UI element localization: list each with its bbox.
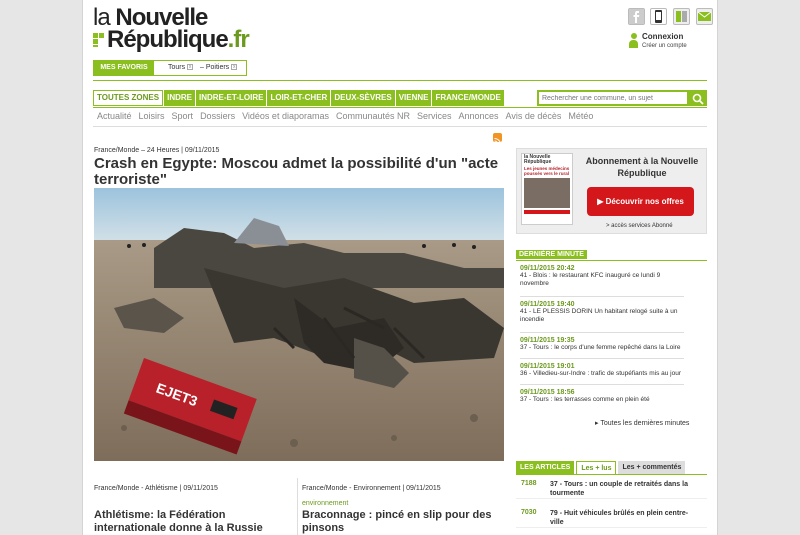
section-nav: Actualité Loisirs Sport Dossiers Vidéos … <box>97 111 600 121</box>
logo-text-fr: .fr <box>227 26 250 53</box>
tab-les-plus-lus[interactable]: Les + lus <box>576 461 617 474</box>
newsstand-icon[interactable] <box>673 8 690 25</box>
nav-communautes[interactable]: Communautés NR <box>336 111 410 121</box>
nav-loisirs[interactable]: Loisirs <box>139 111 165 121</box>
favorite-item-tours[interactable]: Tours x <box>168 61 194 75</box>
site-logo[interactable]: la Nouvelle République.fr <box>93 6 253 53</box>
latest-news-item[interactable]: 09/11/2015 19:01 36 - Villedieu-sur-Indr… <box>520 363 686 378</box>
favorites-bar: MES FAVORIS Tours x – Poitiers x <box>93 60 247 76</box>
tab-les-plus-commentes[interactable]: Les + commentés <box>618 461 686 474</box>
zone-nav: TOUTES ZONES INDRE INDRE-ET-LOIRE LOIR-E… <box>93 90 505 106</box>
zone-indre[interactable]: INDRE <box>164 90 195 106</box>
zone-vienne[interactable]: VIENNE <box>395 90 432 106</box>
page: la Nouvelle République.fr Connexion Crée… <box>82 0 718 535</box>
nav-videos[interactable]: Vidéos et diaporamas <box>242 111 329 121</box>
list-item-title[interactable]: 79 - Huit véhicules brûlés en plein cent… <box>550 509 700 527</box>
favorite-item-poitiers[interactable]: – Poitiers x <box>200 61 238 75</box>
create-account-link[interactable]: Créer un compte <box>642 43 687 49</box>
article-title[interactable]: Athlétisme: la Fédération internationale… <box>94 509 289 535</box>
article-meta: France/Monde - Athlétisme | 09/11/2015 <box>94 485 218 492</box>
subscriber-services-link[interactable]: > accès services Abonné <box>606 223 673 229</box>
discover-offers-button[interactable]: ▶ Découvrir nos offres <box>587 187 694 216</box>
article-photo[interactable]: EJET3 <box>94 188 504 461</box>
zone-toutes-zones[interactable]: TOUTES ZONES <box>93 90 164 106</box>
user-icon[interactable] <box>628 33 639 49</box>
remove-favorite-icon[interactable]: x <box>231 64 238 71</box>
list-item[interactable]: 7030 79 - Huit véhicules brûlés en plein… <box>516 506 707 528</box>
search-input[interactable] <box>539 92 687 104</box>
article-meta: France/Monde - Environnement | 09/11/201… <box>302 485 441 492</box>
latest-news-item[interactable]: 09/11/2015 18:56 37 - Tours : les terras… <box>520 389 686 404</box>
facebook-icon[interactable] <box>628 8 645 25</box>
divider <box>520 384 684 385</box>
latest-news-time: 09/11/2015 19:01 <box>520 363 575 370</box>
zone-indre-et-loire[interactable]: INDRE-ET-LOIRE <box>195 90 267 106</box>
read-count: 7188 <box>521 480 537 487</box>
divider <box>93 107 707 108</box>
thumbnail-banner <box>524 210 570 214</box>
latest-news-text[interactable]: 37 - Tours : les terrasses comme en plei… <box>520 396 686 404</box>
nav-dossiers[interactable]: Dossiers <box>200 111 235 121</box>
all-latest-news-link[interactable]: ▸ Toutes les dernières minutes <box>595 419 689 427</box>
nav-meteo[interactable]: Météo <box>568 111 593 121</box>
newsletter-icon[interactable] <box>696 8 713 25</box>
divider <box>520 332 684 333</box>
articles-tabs: LES ARTICLES Les + lus Les + commentés <box>516 461 707 475</box>
subscription-title: Abonnement à la Nouvelle République <box>585 156 699 178</box>
latest-news-item[interactable]: 09/11/2015 19:35 37 - Tours : le corps d… <box>520 337 686 352</box>
latest-news-time: 09/11/2015 20:42 <box>520 265 575 272</box>
nav-actualite[interactable]: Actualité <box>97 111 132 121</box>
rss-icon[interactable] <box>493 133 502 145</box>
article-meta: France/Monde – 24 Heures | 09/11/2015 <box>94 147 220 154</box>
nav-avis-deces[interactable]: Avis de décès <box>506 111 562 121</box>
connexion-link[interactable]: Connexion <box>642 32 683 41</box>
list-item-title[interactable]: 37 - Tours : un couple de retraités dans… <box>550 480 700 498</box>
latest-news-text[interactable]: 37 - Tours : le corps d'une femme repêch… <box>520 344 686 352</box>
latest-news-text[interactable]: 36 - Villedieu-sur-Indre : trafic de stu… <box>520 370 686 378</box>
divider <box>520 296 684 297</box>
thumbnail-title: la Nouvelle République <box>524 154 552 165</box>
newspaper-thumbnail[interactable]: la Nouvelle République Les jeunes médeci… <box>521 153 573 225</box>
latest-news-text[interactable]: 41 - Blois : le restaurant KFC inauguré … <box>520 272 686 288</box>
latest-news-time: 09/11/2015 19:35 <box>520 337 575 344</box>
divider <box>520 358 684 359</box>
zone-france-monde[interactable]: FRANCE/MONDE <box>432 90 504 106</box>
favorites-label: MES FAVORIS <box>94 61 154 75</box>
article-tag[interactable]: environnement <box>302 500 348 507</box>
list-item[interactable]: 7188 37 - Tours : un couple de retraités… <box>516 477 707 499</box>
divider <box>93 80 707 81</box>
thumbnail-photo <box>524 178 570 208</box>
read-count: 7030 <box>521 509 537 516</box>
remove-favorite-icon[interactable]: x <box>187 64 194 71</box>
latest-news-label: DERNIÈRE MINUTE <box>516 250 587 259</box>
nav-annonces[interactable]: Annonces <box>459 111 499 121</box>
mobile-icon[interactable] <box>650 8 667 25</box>
latest-news-text[interactable]: 41 - LE PLESSIS DORIN Un habitant relogé… <box>520 308 686 324</box>
divider <box>297 478 298 535</box>
thumbnail-headline: Les jeunes médecins poussés vers le rura… <box>524 166 570 176</box>
zone-loir-et-cher[interactable]: LOIR-ET-CHER <box>267 90 331 106</box>
latest-news-item[interactable]: 09/11/2015 19:40 41 - LE PLESSIS DORIN U… <box>520 301 686 324</box>
nav-sport[interactable]: Sport <box>172 111 194 121</box>
logo-text-republique: République <box>107 26 229 53</box>
latest-news-item[interactable]: 09/11/2015 20:42 41 - Blois : le restaur… <box>520 265 686 288</box>
nav-services[interactable]: Services <box>417 111 452 121</box>
divider <box>93 126 707 127</box>
search-icon <box>692 93 704 105</box>
zone-deux-sevres[interactable]: DEUX-SÈVRES <box>331 90 395 106</box>
article-title[interactable]: Crash en Egypte: Moscou admet la possibi… <box>94 156 504 188</box>
search-box <box>537 90 707 106</box>
search-button[interactable] <box>691 92 705 105</box>
latest-news-time: 09/11/2015 19:40 <box>520 301 575 308</box>
latest-news-time: 09/11/2015 18:56 <box>520 389 575 396</box>
divider <box>516 260 707 261</box>
article-title[interactable]: Braconnage : pincé en slip pour des pins… <box>302 509 497 535</box>
subscription-box: la Nouvelle République Les jeunes médeci… <box>516 148 707 234</box>
tab-les-articles: LES ARTICLES <box>516 461 575 474</box>
